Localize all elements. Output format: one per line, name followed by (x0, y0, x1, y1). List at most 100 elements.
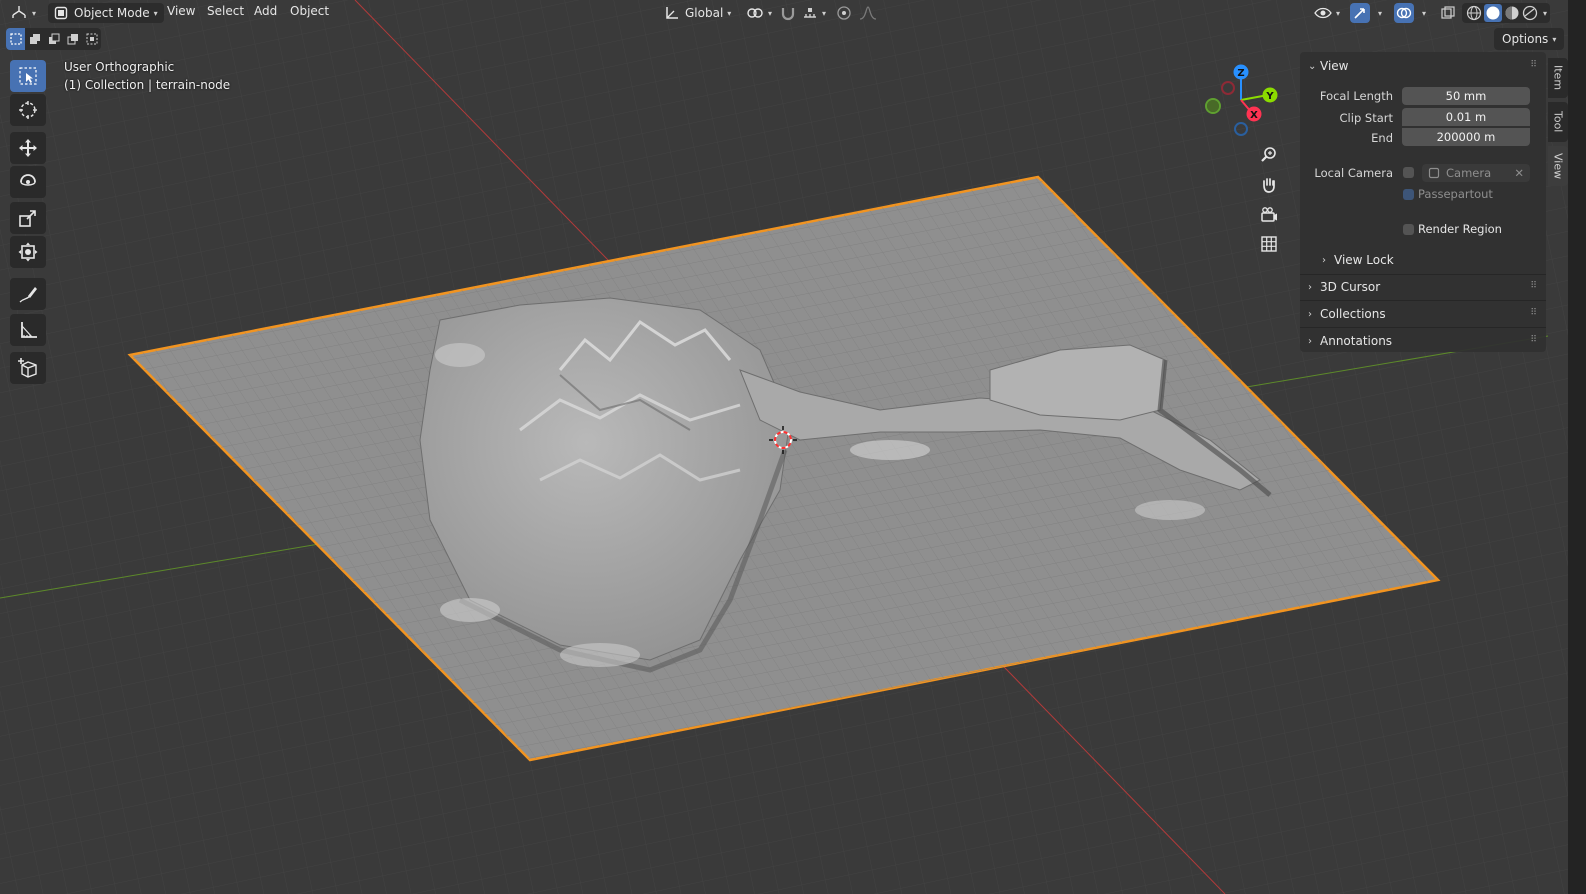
axis-x-button[interactable]: X (1246, 106, 1262, 122)
snap-toggle[interactable] (780, 3, 796, 23)
cursor-icon (19, 101, 37, 119)
proportional-edit-toggle[interactable] (836, 3, 852, 23)
overlays-toggle[interactable] (1394, 3, 1414, 23)
material-shading-icon[interactable] (1503, 4, 1521, 22)
falloff-curve-icon (859, 6, 877, 20)
select-subtract-button[interactable] (44, 28, 63, 50)
selection-mode-group (6, 28, 101, 50)
mode-label: Object Mode (74, 6, 150, 20)
select-box-icon (19, 67, 37, 85)
proportional-edit-icon (837, 6, 851, 20)
object-mode-icon (54, 6, 68, 20)
editor-type-dropdown[interactable]: ▾ (10, 3, 36, 23)
menu-select[interactable]: Select (207, 4, 244, 18)
menu-add[interactable]: Add (254, 4, 277, 18)
xray-toggle[interactable] (1438, 3, 1458, 23)
falloff-dropdown[interactable] (858, 3, 878, 23)
tool-scale[interactable] (10, 202, 46, 234)
tool-rotate[interactable] (10, 166, 46, 198)
snap-increment-icon (804, 8, 816, 18)
passepartout-label: Passepartout (1418, 187, 1493, 201)
panel-3d-cursor[interactable]: › 3D Cursor (1308, 277, 1380, 297)
axis-y-button[interactable]: Y (1262, 87, 1278, 103)
select-new-button[interactable] (6, 28, 25, 50)
tool-annotate[interactable] (10, 278, 46, 310)
snap-target-dropdown[interactable]: ▾ (802, 3, 826, 23)
clip-end-label: End (1371, 131, 1393, 145)
gizmo-icon (1354, 8, 1365, 19)
options-dropdown[interactable]: Options ▾ (1494, 28, 1565, 50)
add-cube-icon (18, 358, 37, 378)
select-intersect-button[interactable] (82, 28, 101, 50)
view3d-icon (12, 6, 26, 18)
rotate-icon (20, 174, 36, 186)
tool-select-box[interactable] (10, 60, 46, 92)
tool-measure[interactable] (10, 314, 46, 346)
axis-x-label: X (1250, 110, 1258, 121)
select-invert-button[interactable] (63, 28, 82, 50)
clip-start-field[interactable]: 0.01 m (1402, 108, 1530, 126)
tab-item[interactable]: Item (1548, 58, 1568, 98)
tool-cursor[interactable] (10, 94, 46, 126)
viewport-header: ▾ Object Mode ▾ View Select Add Object Gl… (0, 0, 1586, 26)
select-invert-icon (67, 34, 78, 45)
axis-z-label: Z (1237, 68, 1244, 79)
panel-annotations[interactable]: › Annotations (1308, 331, 1392, 351)
rendered-shading-icon[interactable] (1521, 4, 1539, 22)
wireframe-shading-icon[interactable] (1465, 4, 1483, 22)
projection-toggle-button[interactable] (1256, 231, 1282, 257)
magnet-icon (781, 8, 795, 21)
overlays-dropdown[interactable]: ▾ (1418, 3, 1426, 23)
hand-icon (1263, 178, 1275, 193)
chevron-right-icon: › (1322, 254, 1326, 266)
tool-add-cube[interactable] (10, 352, 46, 384)
subpanel-view-lock[interactable]: › View Lock (1322, 250, 1394, 270)
menu-object[interactable]: Object (290, 4, 329, 18)
chevron-right-icon: › (1308, 335, 1312, 347)
pivot-icon (747, 8, 763, 18)
collection-info-label: (1) Collection | terrain-node (64, 78, 231, 92)
clear-icon[interactable]: ✕ (1514, 166, 1524, 180)
drag-handle-icon[interactable]: ⠿ (1530, 60, 1538, 70)
select-extend-button[interactable] (25, 28, 44, 50)
local-camera-checkbox[interactable] (1403, 167, 1414, 178)
panel-3d-cursor-title: 3D Cursor (1320, 280, 1381, 294)
menu-view[interactable]: View (167, 4, 195, 18)
axis-z-button[interactable]: Z (1233, 64, 1249, 80)
navigation-gizmo[interactable]: Z Y X (1196, 58, 1296, 148)
tab-tool-label: Tool (1551, 111, 1565, 133)
clip-start-label: Clip Start (1339, 111, 1393, 125)
drag-handle-icon[interactable]: ⠿ (1530, 335, 1538, 345)
tool-transform[interactable] (10, 236, 46, 268)
orientation-icon (666, 7, 678, 19)
panel-view-title: View (1320, 59, 1349, 73)
panel-collections[interactable]: › Collections (1308, 304, 1386, 324)
camera-view-button[interactable] (1256, 202, 1282, 228)
axis-y-label: Y (1265, 91, 1274, 102)
transform-orientation-dropdown[interactable]: Global ▾ (664, 3, 731, 23)
gizmo-toggle[interactable] (1350, 3, 1370, 23)
solid-shading-button[interactable] (1484, 4, 1502, 22)
pivot-dropdown[interactable]: ▾ (746, 3, 772, 23)
tab-item-label: Item (1551, 65, 1565, 91)
drag-handle-icon[interactable]: ⠿ (1530, 308, 1538, 318)
tab-view[interactable]: View (1548, 146, 1568, 186)
visibility-dropdown[interactable]: ▾ (1314, 3, 1340, 23)
render-region-checkbox[interactable] (1403, 224, 1414, 235)
clip-end-field[interactable]: 200000 m (1402, 128, 1530, 146)
select-extend-icon (29, 34, 40, 44)
camera-object-field[interactable]: Camera ✕ (1422, 164, 1530, 182)
sidebar-panel: ⌄ View ⠿ Focal Length 50 mm Clip Start 0.… (1300, 52, 1546, 352)
panel-view-header[interactable]: ⌄ View (1308, 56, 1348, 76)
pan-view-button[interactable] (1256, 172, 1282, 198)
chevron-right-icon: › (1308, 281, 1312, 293)
drag-handle-icon[interactable]: ⠿ (1530, 281, 1538, 291)
mode-dropdown[interactable]: Object Mode ▾ (48, 3, 164, 23)
tool-move[interactable] (10, 132, 46, 164)
tab-tool[interactable]: Tool (1548, 102, 1568, 142)
zoom-view-button[interactable] (1256, 142, 1282, 168)
passepartout-checkbox[interactable] (1403, 189, 1414, 200)
focal-length-field[interactable]: 50 mm (1402, 87, 1530, 105)
overlays-icon (1396, 7, 1412, 19)
gizmo-dropdown[interactable]: ▾ (1374, 3, 1382, 23)
